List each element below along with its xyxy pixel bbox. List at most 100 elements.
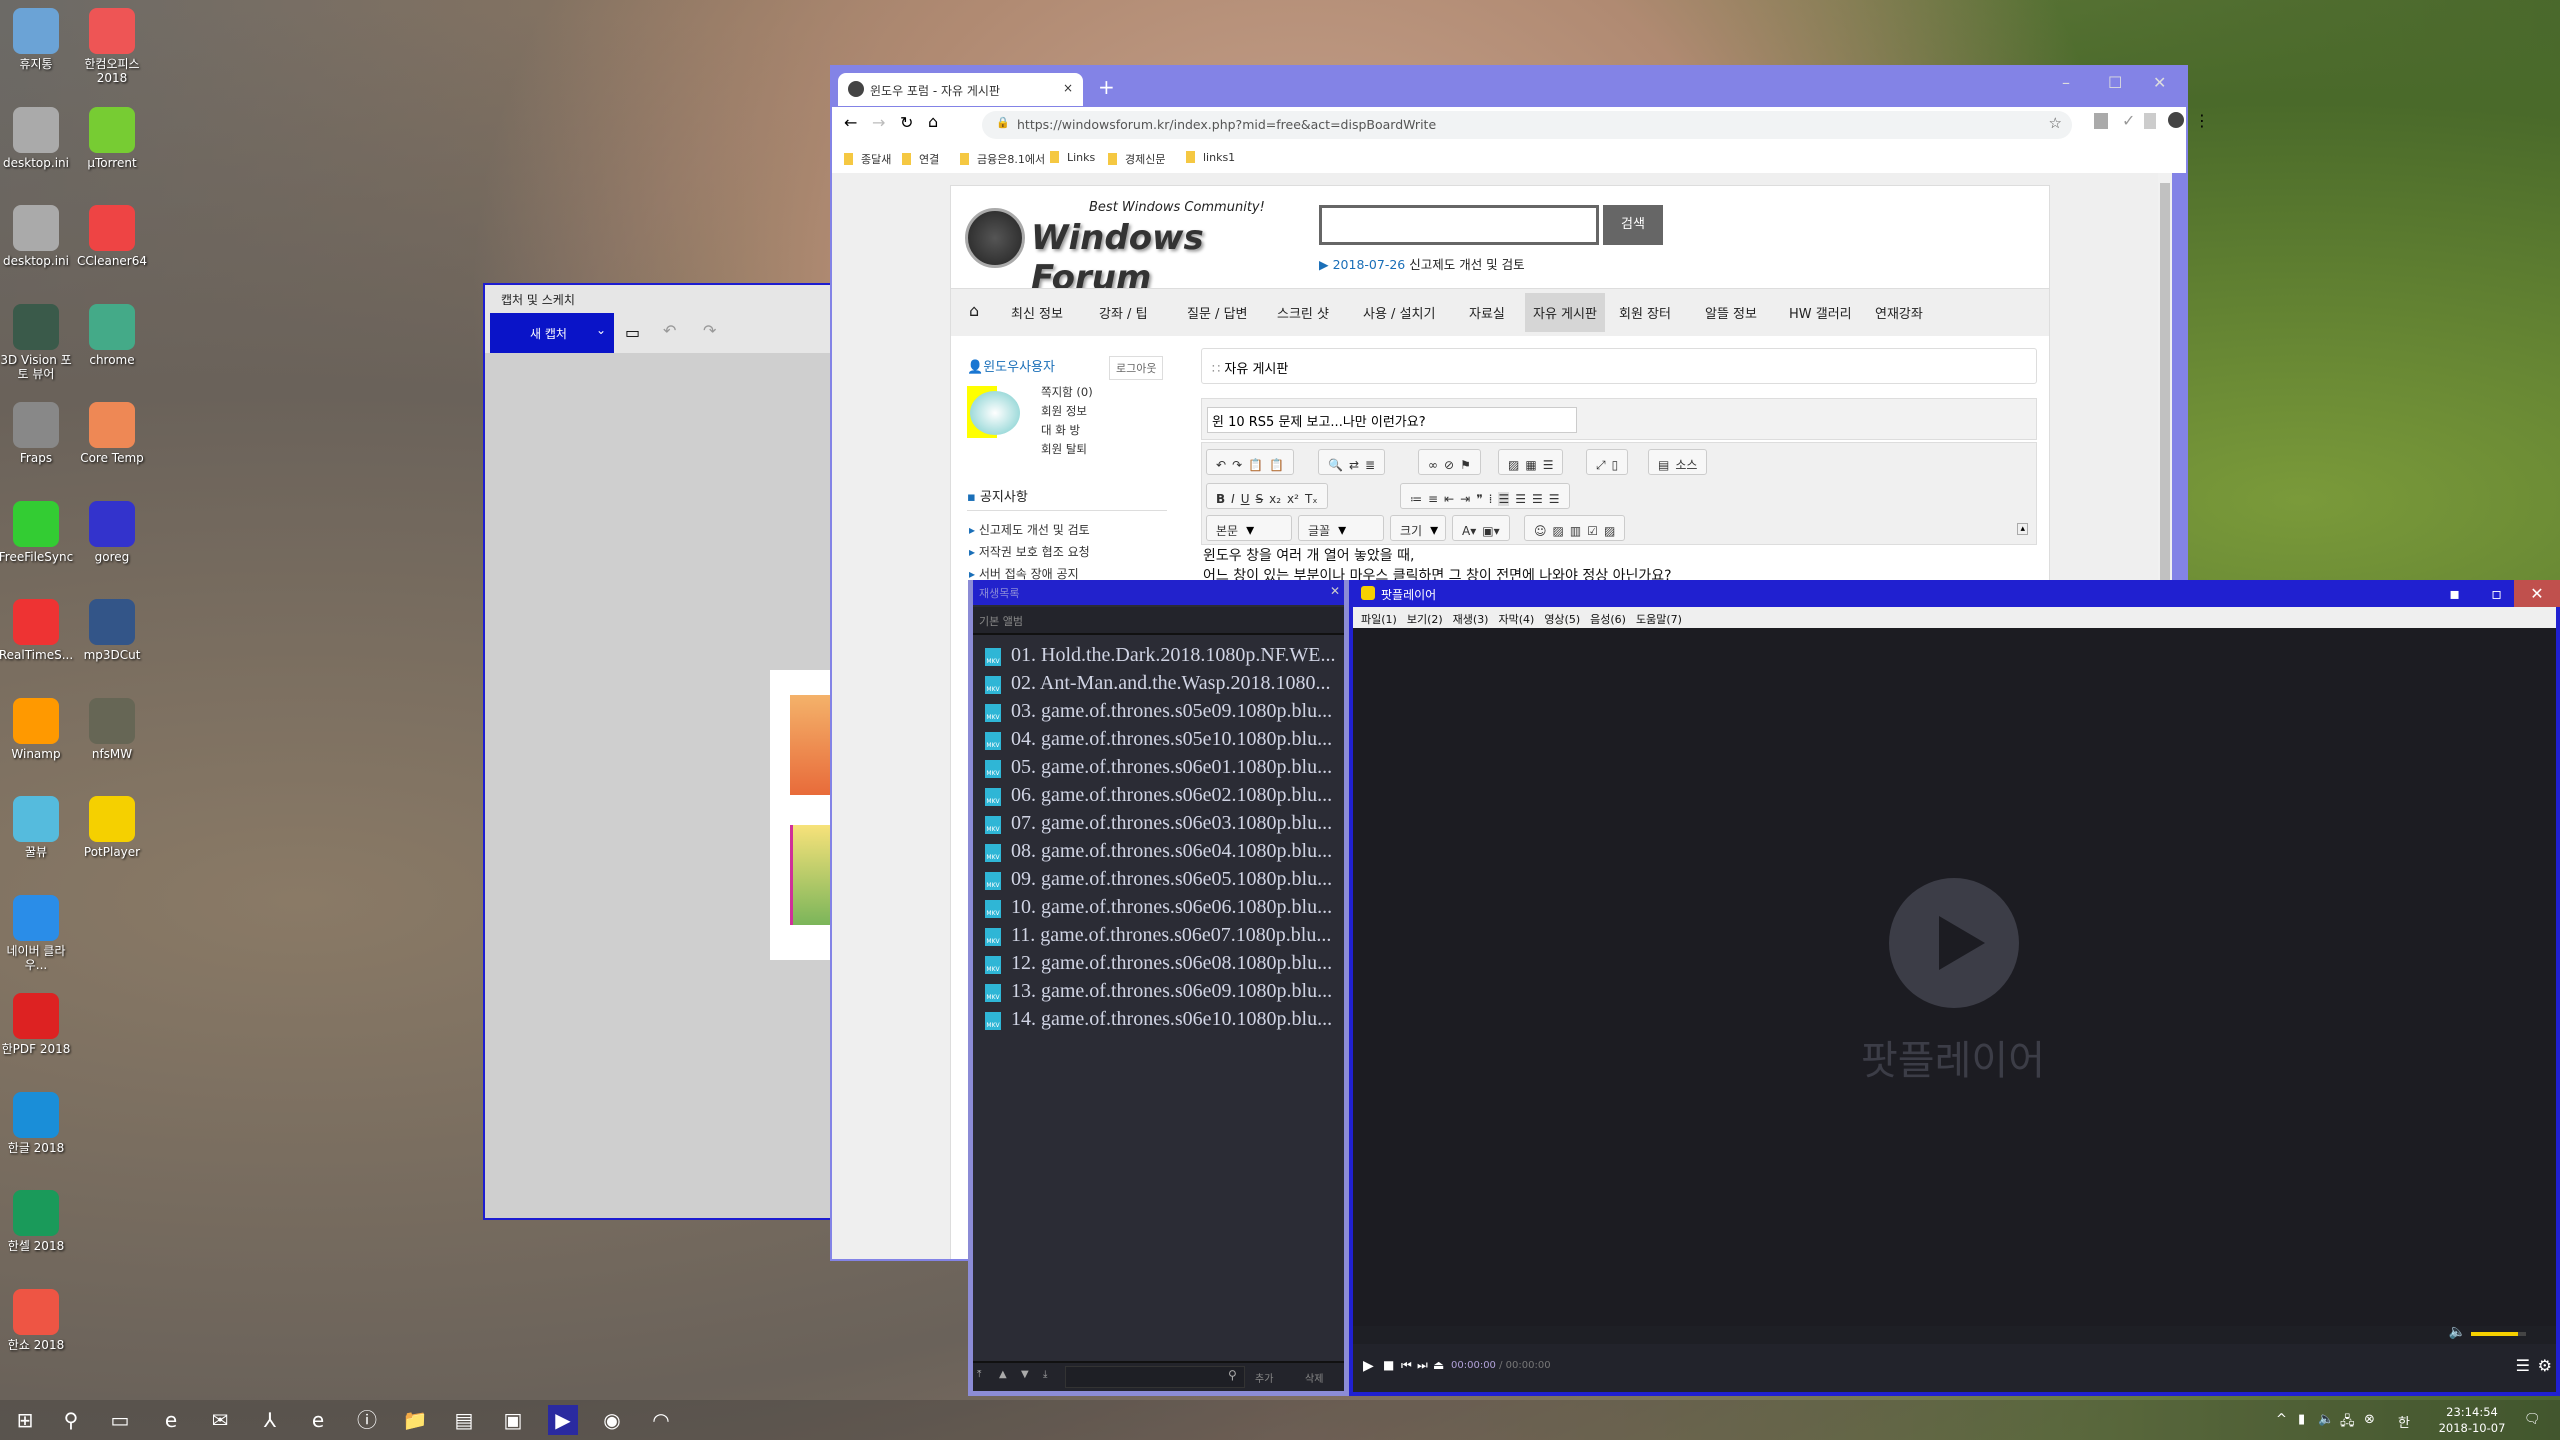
menu-item[interactable]: 재생(3) [1453, 613, 1489, 626]
bold-icon[interactable]: B [1216, 492, 1225, 506]
desktop-icon[interactable]: PotPlayer [73, 792, 151, 859]
check-extension-icon[interactable]: ✓ [2122, 111, 2135, 130]
notes-icon[interactable]: ▤ [449, 1405, 479, 1435]
desktop-icon[interactable]: nfsMW [73, 694, 151, 761]
desktop-icon[interactable]: desktop.ini [0, 201, 75, 268]
forward-icon[interactable]: → [872, 113, 885, 132]
subscript-icon[interactable]: x₂ [1269, 492, 1281, 506]
move-down-icon[interactable]: ▼ [1021, 1369, 1029, 1380]
strike-icon[interactable]: S [1256, 492, 1264, 506]
nav-item[interactable]: 알뜰 정보 [1697, 293, 1765, 332]
volume-slider[interactable] [2471, 1332, 2526, 1336]
user-name[interactable]: 👤윈도우사용자 [967, 356, 1055, 375]
desktop-icon[interactable]: 한글 2018 [0, 1088, 75, 1155]
stop-icon[interactable]: ■ [1383, 1358, 1394, 1372]
clock[interactable]: 23:14:54 2018-10-07 [2432, 1404, 2512, 1436]
redo-icon[interactable]: ↷ [703, 321, 716, 340]
desktop-icon[interactable]: chrome [73, 300, 151, 367]
playlist-item[interactable]: MKV 02. Ant-Man.and.the.Wasp.2018.1080... [985, 672, 1330, 695]
playlist-item[interactable]: MKV 12. game.of.thrones.s06e08.1080p.blu.… [985, 952, 1332, 975]
undo-icon[interactable]: ↶ [663, 321, 676, 340]
div-icon[interactable]: ⁞ [1489, 492, 1493, 506]
media-icon[interactable]: ▨ [1553, 524, 1564, 538]
bookmark[interactable]: 연결 [902, 151, 939, 167]
menu-item[interactable]: 영상(5) [1544, 613, 1580, 626]
font-select[interactable]: 글꼴 ▾ [1298, 515, 1384, 541]
network-icon[interactable]: 🖧 [2340, 1412, 2355, 1434]
nav-item[interactable]: 질문 / 답변 [1179, 293, 1256, 332]
menu-item[interactable]: 도움말(7) [1636, 613, 1682, 626]
settings-gear-icon[interactable]: ⚙ [2538, 1356, 2552, 1375]
notice-item[interactable]: ▸ 신고제도 개선 및 검토 [969, 521, 1090, 538]
task-view-icon[interactable]: ▭ [105, 1405, 135, 1435]
browser-tab[interactable]: 윈도우 포럼 - 자유 게시판 × [838, 73, 1083, 106]
nav-item[interactable]: 회원 장터 [1611, 293, 1679, 332]
playlist-item[interactable]: MKV 08. game.of.thrones.s06e04.1080p.blu.… [985, 840, 1332, 863]
previous-icon[interactable]: ⏮ [1401, 1358, 1412, 1373]
big-play-icon[interactable] [1889, 878, 2019, 1008]
playlist-item[interactable]: MKV 11. game.of.thrones.s06e07.1080p.blu.… [985, 924, 1331, 947]
ime-indicator[interactable]: 한 [2398, 1412, 2410, 1431]
chevron-down-icon[interactable]: ⌄ [596, 323, 606, 337]
nav-item[interactable]: 강좌 / 팁 [1091, 293, 1156, 332]
off-extension-icon[interactable] [2144, 113, 2156, 129]
menu-item[interactable]: 파일(1) [1361, 613, 1397, 626]
site-logo[interactable]: Best Windows Community! Windows Forum [961, 200, 1291, 298]
move-bottom-icon[interactable]: ⤓ [1043, 1369, 1047, 1380]
nav-item[interactable]: HW 갤러리 [1781, 293, 1860, 332]
desktop-icon[interactable]: Winamp [0, 694, 75, 761]
volume-icon[interactable]: 🔈 [2449, 1324, 2466, 1340]
status-icon[interactable]: ⊗ [2364, 1412, 2375, 1427]
nav-item[interactable]: 스크린 샷 [1269, 293, 1337, 332]
notice-item[interactable]: ▸ 저작권 보호 협조 요청 [969, 543, 1090, 560]
ie-icon[interactable]: e [303, 1405, 333, 1435]
user-link[interactable]: 쪽지함 (0) [1041, 384, 1093, 400]
justify-icon[interactable]: ☰ [1549, 492, 1560, 506]
nav-item[interactable]: 최신 정보 [1003, 293, 1071, 332]
playlist-item[interactable]: MKV 05. game.of.thrones.s06e01.1080p.blu.… [985, 756, 1332, 779]
delete-button[interactable]: 삭제 [1305, 1370, 1323, 1385]
outdent-icon[interactable]: ⇤ [1444, 492, 1454, 506]
search-input[interactable] [1319, 205, 1599, 245]
italic-icon[interactable]: I [1231, 492, 1235, 506]
info-icon[interactable]: ⓘ [352, 1405, 382, 1435]
emoji-icon[interactable]: ☺ [1534, 524, 1547, 538]
maximize-button[interactable]: ▫ [2491, 584, 2502, 603]
image-map-icon[interactable]: ▨ [1604, 524, 1615, 538]
acrobat-icon[interactable]: ⅄ [255, 1405, 285, 1435]
playlist-item[interactable]: MKV 13. game.of.thrones.s06e09.1080p.blu.… [985, 980, 1332, 1003]
desktop-icon[interactable]: 3D Vision 포토 뷰어 [0, 300, 75, 381]
minimize-button[interactable]: – [2062, 73, 2070, 92]
format-select[interactable]: 본문 ▾ [1206, 515, 1292, 541]
bookmark[interactable]: Links [1050, 151, 1095, 164]
edge-icon[interactable]: e [156, 1405, 186, 1435]
desktop-icon[interactable]: Fraps [0, 398, 75, 465]
show-blocks-icon[interactable]: ▯ [1612, 458, 1619, 472]
speaker-icon[interactable]: 🔈 [2318, 1412, 2334, 1427]
start-icon[interactable]: ⊞ [10, 1405, 40, 1435]
mail-icon[interactable]: ✉ [205, 1405, 235, 1435]
desktop-icon[interactable]: µTorrent [73, 103, 151, 170]
tray-expand-icon[interactable]: ^ [2276, 1412, 2287, 1427]
home-icon[interactable]: ⌂ [928, 112, 938, 131]
address-bar[interactable]: 🔒 https://windowsforum.kr/index.php?mid=f… [982, 111, 2072, 139]
new-capture-button[interactable]: 새 캡처 ⌄ [490, 313, 614, 353]
bg-color-icon[interactable]: ▣▾ [1482, 524, 1499, 538]
align-right-icon[interactable]: ☰ [1532, 492, 1543, 506]
desktop-icon[interactable]: 네이버 클라우... [0, 891, 75, 972]
next-icon[interactable]: ⏭ [1417, 1358, 1428, 1373]
reload-icon[interactable]: ↻ [900, 113, 913, 132]
battery-icon[interactable]: ▮ [2298, 1412, 2305, 1427]
menu-item[interactable]: 음성(6) [1590, 613, 1626, 626]
remove-format-icon[interactable]: Tₓ [1305, 492, 1318, 506]
paste-text-icon[interactable]: 📋 [1248, 458, 1263, 472]
playlist-item[interactable]: MKV 01. Hold.the.Dark.2018.1080p.NF.WE... [985, 644, 1335, 667]
playlist-item[interactable]: MKV 09. game.of.thrones.s06e05.1080p.blu.… [985, 868, 1332, 891]
source-button[interactable]: ▤ 소스 [1648, 449, 1708, 475]
checkbox-icon[interactable]: ☑ [1587, 524, 1598, 538]
notice-link[interactable]: ▶ 2018-07-26 신고제도 개선 및 검토 [1319, 254, 1525, 273]
desktop-icon[interactable]: 한쇼 2018 [0, 1285, 75, 1352]
file-explorer-icon[interactable]: 📁 [400, 1405, 430, 1435]
align-left-icon[interactable]: ☰ [1498, 492, 1510, 506]
unlink-icon[interactable]: ⊘ [1444, 458, 1454, 472]
